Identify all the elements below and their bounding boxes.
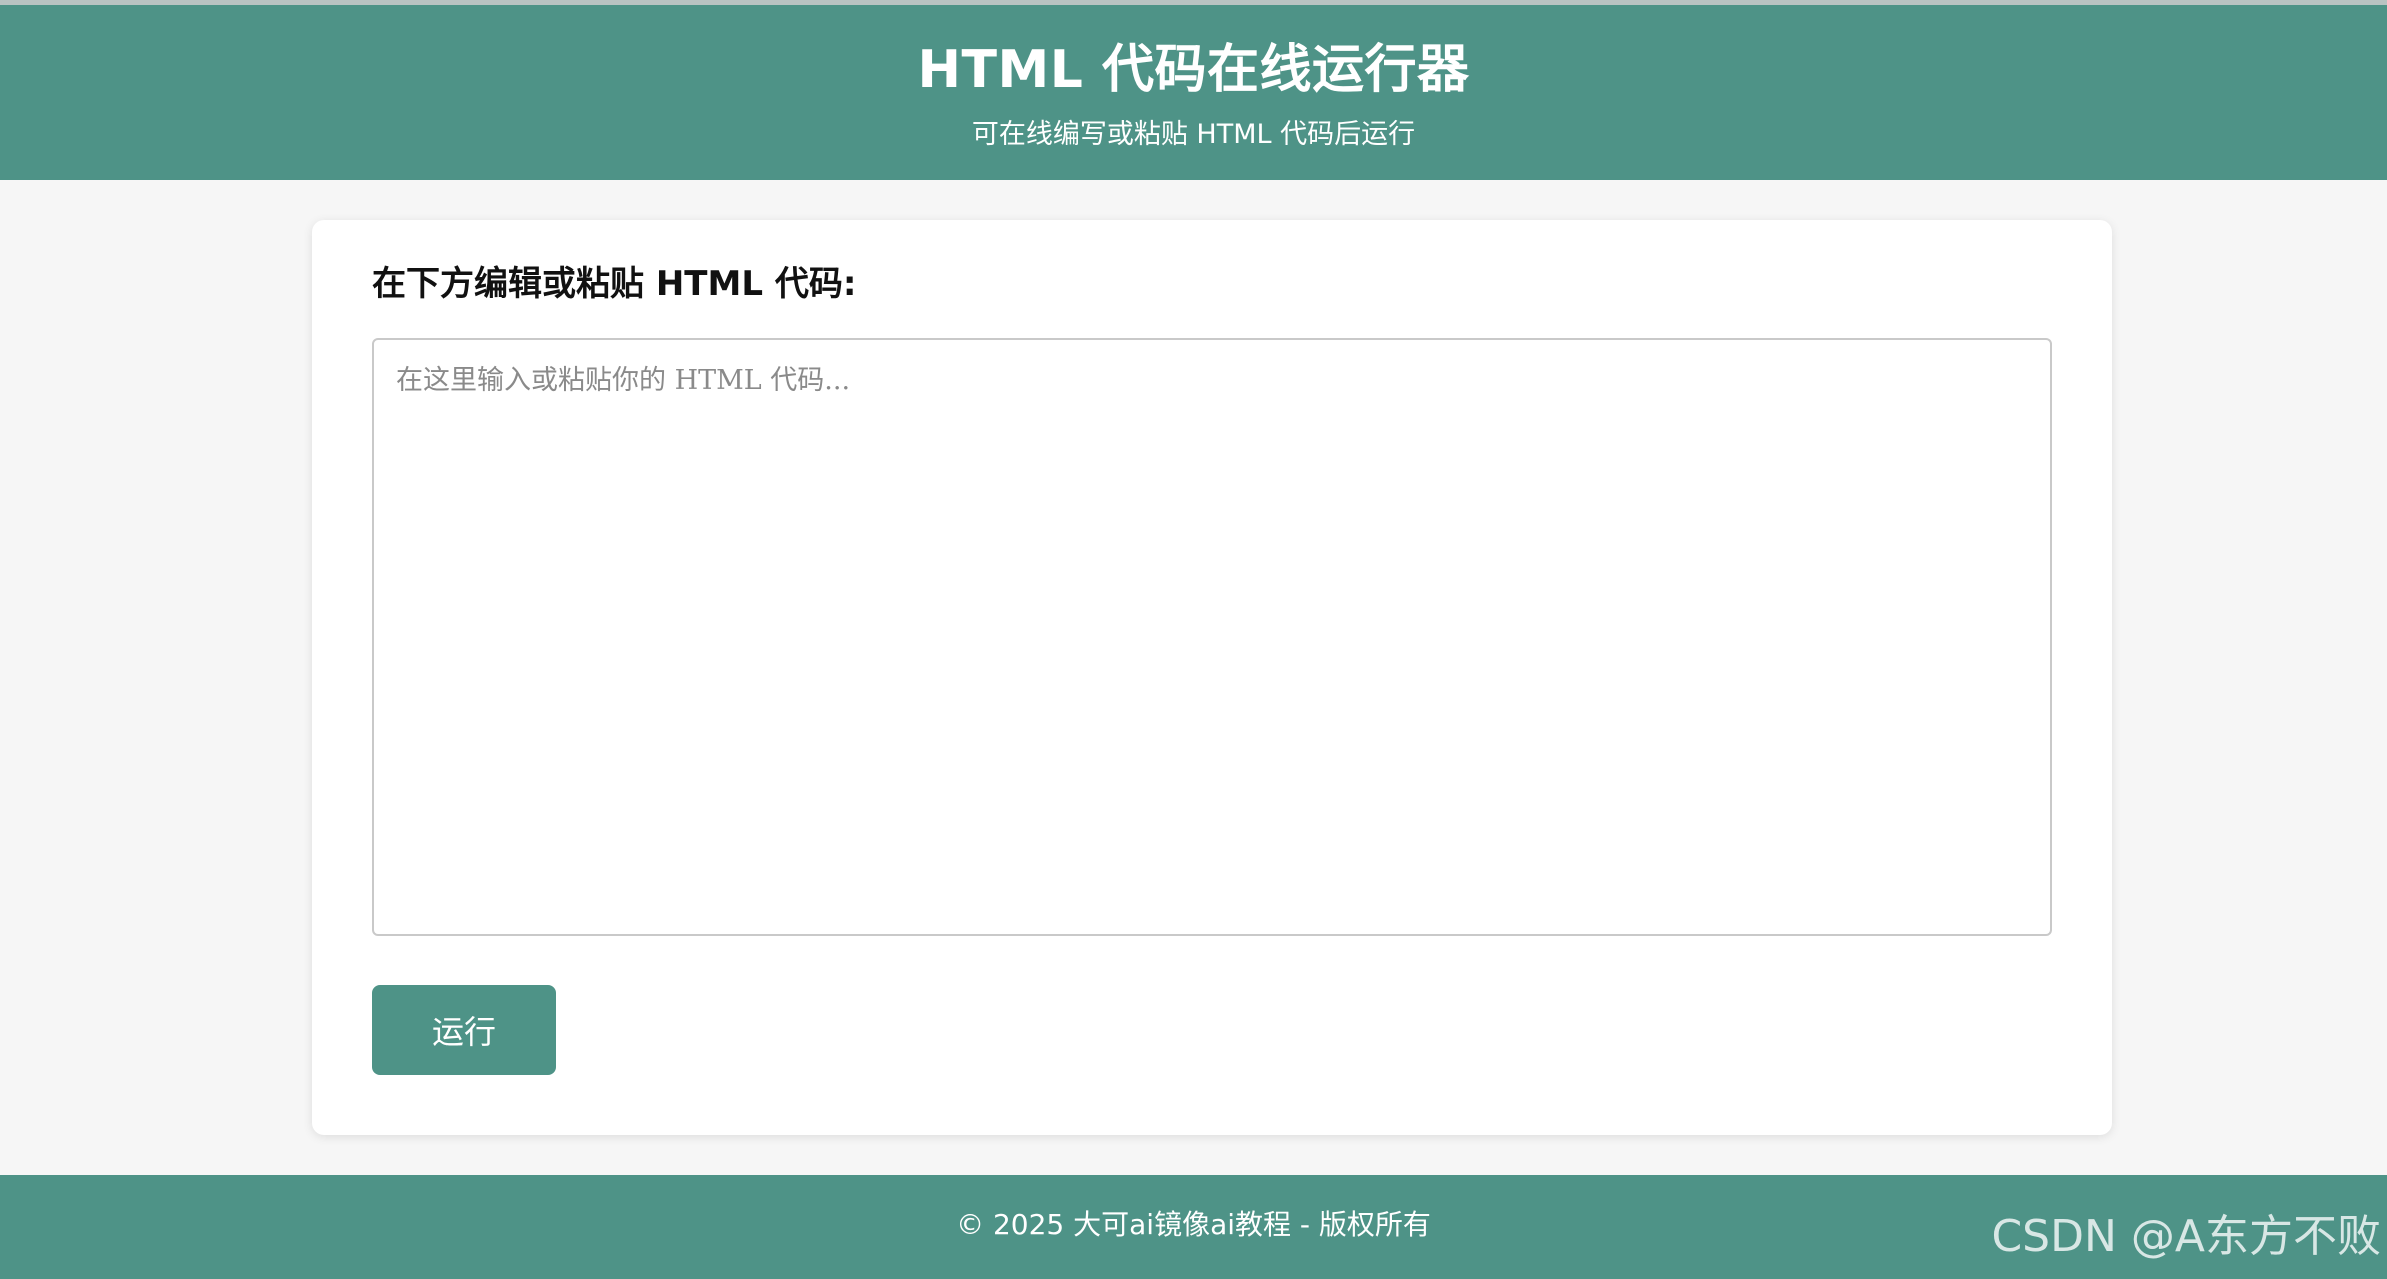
header: HTML 代码在线运行器 可在线编写或粘贴 HTML 代码后运行 <box>0 5 2387 180</box>
editor-label: 在下方编辑或粘贴 HTML 代码: <box>372 264 857 304</box>
editor-card: 在下方编辑或粘贴 HTML 代码: 运行 <box>312 220 2112 1135</box>
page: HTML 代码在线运行器 可在线编写或粘贴 HTML 代码后运行 在下方编辑或粘… <box>0 0 2387 1279</box>
csdn-watermark: CSDN @A东方不败 <box>1991 1211 2381 1262</box>
page-subtitle: 可在线编写或粘贴 HTML 代码后运行 <box>971 119 1416 150</box>
page-title: HTML 代码在线运行器 <box>917 40 1470 100</box>
html-code-editor[interactable] <box>372 338 2052 936</box>
run-button[interactable]: 运行 <box>372 985 556 1075</box>
